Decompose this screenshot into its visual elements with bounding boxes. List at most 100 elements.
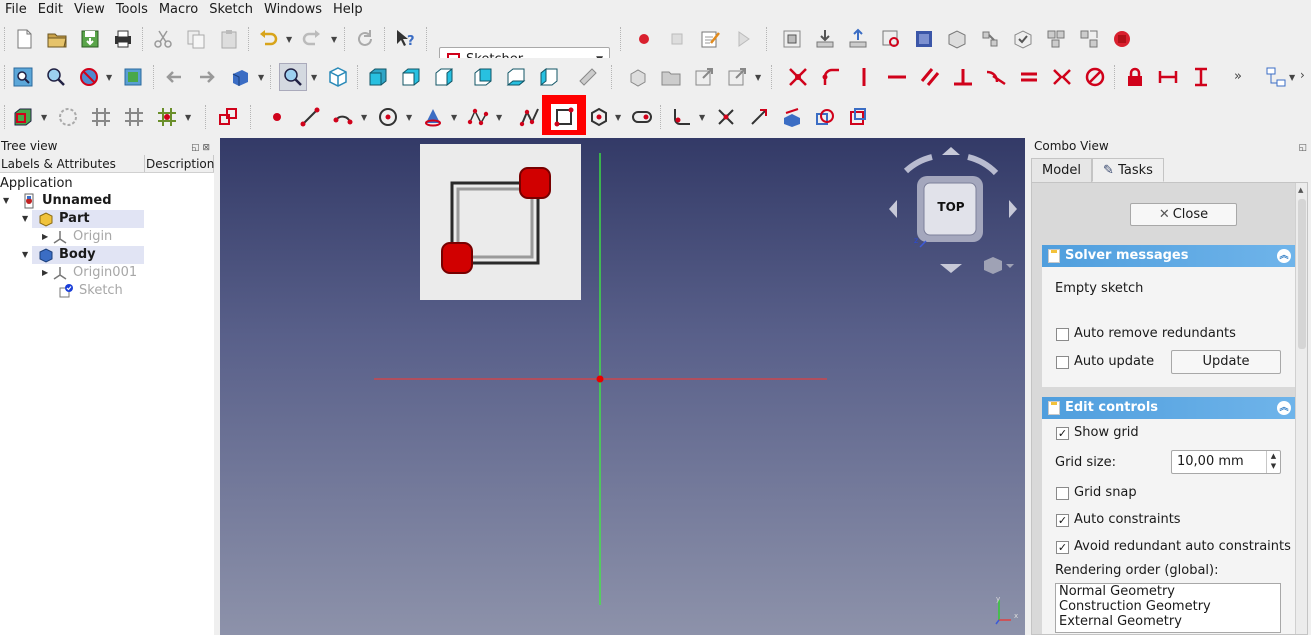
create-fillet-icon[interactable] xyxy=(668,104,694,130)
constrain-vertical-icon[interactable] xyxy=(851,64,877,90)
view-top-icon[interactable] xyxy=(398,64,424,90)
constrain-perpendicular-icon[interactable] xyxy=(950,64,976,90)
record-macro-icon[interactable] xyxy=(631,26,657,52)
constrain-vertical-distance-icon[interactable] xyxy=(1188,64,1214,90)
tree-item-origin001[interactable]: ▶ Origin001 xyxy=(42,264,137,282)
save-icon[interactable] xyxy=(77,26,103,52)
undo-icon[interactable] xyxy=(255,26,281,52)
auto-update-checkbox[interactable] xyxy=(1056,356,1069,369)
nav-dropdown-icon[interactable]: ▼ xyxy=(258,74,266,82)
scroll-up-icon[interactable]: ▲ xyxy=(1298,186,1303,194)
create-conic-icon[interactable] xyxy=(420,104,446,130)
auto-remove-redundants-checkbox[interactable] xyxy=(1056,328,1069,341)
import-icon[interactable] xyxy=(812,26,838,52)
group-icon[interactable] xyxy=(911,26,937,52)
carbon-copy-icon[interactable] xyxy=(812,104,838,130)
update-button[interactable]: Update xyxy=(1171,350,1281,374)
link-make-icon[interactable] xyxy=(691,64,717,90)
link-dropdown-icon[interactable]: ▼ xyxy=(755,74,763,82)
tree-root-application[interactable]: Application xyxy=(0,175,73,193)
expand-arrow-icon[interactable]: ▼ xyxy=(22,246,32,264)
tab-model[interactable]: Model xyxy=(1031,158,1093,182)
grid-snap-checkbox[interactable] xyxy=(1056,487,1069,500)
collapse-icon[interactable]: ︽ xyxy=(1277,249,1291,263)
select-constraints-icon[interactable] xyxy=(215,104,241,130)
constrain-lock-icon[interactable] xyxy=(1122,64,1148,90)
close-button[interactable]: ✕ Close xyxy=(1130,203,1237,226)
link-group-icon[interactable] xyxy=(1043,26,1069,52)
stop-macro-icon[interactable] xyxy=(664,26,690,52)
create-circle-icon[interactable] xyxy=(375,104,401,130)
panel-float-close-icon[interactable]: ◱ ⊠ xyxy=(191,140,210,157)
constrain-point-on-object-icon[interactable] xyxy=(818,64,844,90)
create-polyline-icon[interactable] xyxy=(517,104,543,130)
rendering-order-list[interactable]: Normal Geometry Construction Geometry Ex… xyxy=(1055,583,1281,633)
menu-tools[interactable]: Tools xyxy=(111,0,154,20)
list-item[interactable]: External Geometry xyxy=(1059,614,1280,629)
arc-dropdown-icon[interactable]: ▼ xyxy=(361,114,369,122)
tab-tasks[interactable]: ✎ Tasks xyxy=(1092,158,1164,182)
toolbar-overflow-icon[interactable]: » xyxy=(1234,69,1242,84)
constrain-equal-icon[interactable] xyxy=(1016,64,1042,90)
task-panel-scrollbar[interactable]: ▲ xyxy=(1295,183,1307,634)
paste-icon[interactable] xyxy=(216,26,242,52)
view-front-icon[interactable] xyxy=(365,64,391,90)
view-isometric-icon[interactable] xyxy=(325,64,351,90)
new-document-icon[interactable] xyxy=(11,26,37,52)
panel-float-icon[interactable]: ◱ xyxy=(1298,140,1307,157)
tree-item-origin[interactable]: ▶ Origin xyxy=(42,228,112,246)
auto-constraints-checkbox[interactable]: ✓ xyxy=(1056,514,1069,527)
column-description[interactable]: Description xyxy=(145,155,214,172)
navigation-cube[interactable]: TOP z xyxy=(884,143,1024,283)
constrain-symmetric-icon[interactable] xyxy=(1049,64,1075,90)
grid-icon[interactable] xyxy=(88,104,114,130)
stop-icon[interactable] xyxy=(1109,26,1135,52)
fit-selection-icon[interactable] xyxy=(43,64,69,90)
clone-icon[interactable] xyxy=(878,26,904,52)
menu-help[interactable]: Help xyxy=(328,0,369,20)
sketch-dropdown-icon[interactable]: ▼ xyxy=(41,114,49,122)
link-sub-icon[interactable] xyxy=(724,64,750,90)
cut-icon[interactable] xyxy=(150,26,176,52)
avoid-redundant-checkbox[interactable]: ✓ xyxy=(1056,541,1069,554)
rendering-order-icon[interactable] xyxy=(154,104,180,130)
snap-grid-icon[interactable] xyxy=(121,104,147,130)
tree-item-body[interactable]: ▼ Body xyxy=(22,246,144,264)
zoom-dropdown-icon[interactable]: ▼ xyxy=(311,74,319,82)
view-right-icon[interactable] xyxy=(431,64,457,90)
bounding-box-icon[interactable] xyxy=(120,64,146,90)
list-item[interactable]: Construction Geometry xyxy=(1059,599,1280,614)
run-macro-icon[interactable] xyxy=(730,26,756,52)
polygon-dropdown-icon[interactable]: ▼ xyxy=(615,114,623,122)
back-arrow-icon[interactable] xyxy=(161,64,187,90)
constrain-parallel-icon[interactable] xyxy=(917,64,943,90)
fit-all-icon[interactable] xyxy=(10,64,36,90)
edit-controls-header[interactable]: Edit controls ︽ xyxy=(1042,397,1295,419)
menu-view[interactable]: View xyxy=(69,0,111,20)
draw-style-icon[interactable] xyxy=(76,64,102,90)
circle-dropdown-icon[interactable]: ▼ xyxy=(406,114,414,122)
extend-edge-icon[interactable] xyxy=(746,104,772,130)
menu-macro[interactable]: Macro xyxy=(154,0,204,20)
fillet-dropdown-icon[interactable]: ▼ xyxy=(699,114,707,122)
trim-edge-icon[interactable] xyxy=(713,104,739,130)
3d-viewport[interactable]: TOP z y x xyxy=(220,138,1025,635)
create-arc-icon[interactable] xyxy=(330,104,356,130)
workbench-nav-icon[interactable] xyxy=(227,64,253,90)
graph-dropdown-icon[interactable]: ▼ xyxy=(1289,74,1297,82)
collapsed-arrow-icon[interactable]: ▶ xyxy=(42,264,52,282)
create-bspline-icon[interactable] xyxy=(465,104,491,130)
std-part-icon[interactable] xyxy=(779,26,805,52)
copy-icon[interactable] xyxy=(183,26,209,52)
menu-edit[interactable]: Edit xyxy=(33,0,69,20)
view-rear-icon[interactable] xyxy=(470,64,496,90)
construction-mode-icon[interactable] xyxy=(845,104,871,130)
link-actions-icon[interactable] xyxy=(977,26,1003,52)
menu-windows[interactable]: Windows xyxy=(259,0,328,20)
create-slot-icon[interactable] xyxy=(629,104,655,130)
tree-item-part[interactable]: ▼ Part xyxy=(22,210,144,228)
whats-this-icon[interactable]: ? xyxy=(392,26,418,52)
tree-item-sketch[interactable]: Sketch xyxy=(52,282,123,300)
undo-dropdown-icon[interactable]: ▼ xyxy=(286,36,294,44)
forward-arrow-icon[interactable] xyxy=(194,64,220,90)
